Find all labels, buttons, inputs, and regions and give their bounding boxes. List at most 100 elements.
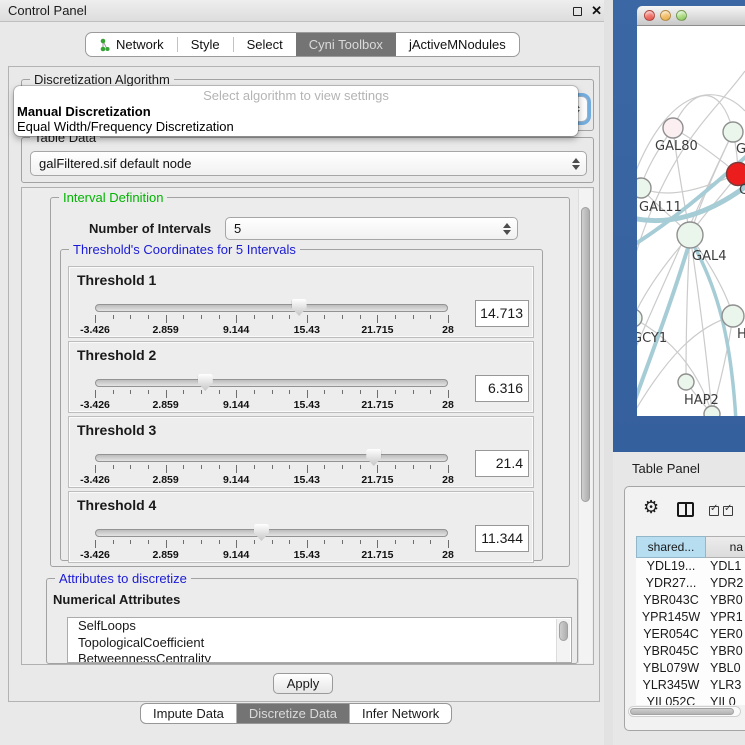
table-row[interactable]: YER054CYER0: [636, 626, 745, 643]
screen: Control Panel ✕ Network Style Select Cyn…: [0, 0, 745, 745]
columns-icon[interactable]: [677, 502, 694, 517]
number-of-intervals-combobox[interactable]: 5: [225, 217, 518, 240]
node-top-right[interactable]: [723, 122, 743, 142]
node-h[interactable]: [722, 305, 744, 327]
list-item[interactable]: SelfLoops: [68, 618, 571, 635]
threshold-4-slider-thumb[interactable]: [254, 524, 269, 541]
threshold-3-value-field[interactable]: 21.4: [475, 450, 529, 477]
table-row[interactable]: YDL19...YDL1: [636, 558, 745, 575]
node-hap2[interactable]: [678, 374, 694, 390]
tab-discretize-data[interactable]: Discretize Data: [236, 704, 349, 723]
number-of-intervals-label: Number of Intervals: [89, 221, 211, 236]
threshold-1-label: Threshold 1: [77, 272, 156, 288]
threshold-2-slider[interactable]: [95, 379, 448, 387]
node-gal80[interactable]: [663, 118, 683, 138]
threshold-2-slider-thumb[interactable]: [198, 374, 213, 391]
threshold-1-slider-thumb[interactable]: [292, 299, 307, 316]
float-window-icon[interactable]: [573, 7, 582, 16]
threshold-1-slider[interactable]: [95, 304, 448, 312]
threshold-4-panel: Threshold 4 -3.4262.8599.14415.4321.7152…: [68, 491, 534, 563]
tab-infer-network[interactable]: Infer Network: [349, 704, 451, 723]
threshold-1-panel: Threshold 1 -3.4262.8599.14415.4321.7152…: [68, 266, 534, 338]
table-row[interactable]: YBR045CYBR0: [636, 643, 745, 660]
tab-jactivemnodules[interactable]: jActiveMNodules: [396, 33, 519, 56]
table-data-group: Table Data galFiltered.sif default node: [21, 137, 594, 183]
panel-splitter[interactable]: [604, 0, 613, 745]
control-panel-tabbar: Network Style Select Cyni Toolbox jActiv…: [85, 32, 520, 57]
node-gcy1[interactable]: [637, 309, 642, 327]
threshold-3-slider-thumb[interactable]: [366, 449, 381, 466]
apply-button[interactable]: Apply: [273, 673, 333, 694]
network-nodes: [637, 118, 745, 416]
tab-impute-data[interactable]: Impute Data: [141, 704, 236, 723]
attributes-group-label: Attributes to discretize: [55, 571, 191, 586]
threshold-2-value-field[interactable]: 6.316: [475, 375, 529, 402]
settings-panel-scrollbar[interactable]: [578, 189, 592, 663]
node-gal11[interactable]: [637, 178, 651, 198]
threshold-3-slider[interactable]: [95, 454, 448, 462]
node-label: H: [737, 327, 745, 342]
table-row[interactable]: YLR345WYLR3: [636, 677, 745, 694]
checkbox-icon[interactable]: [723, 506, 733, 516]
network-canvas[interactable]: GAL80 GA GAL11 C GAL4 GCY1 H HAP2: [637, 26, 745, 416]
threshold-3-panel: Threshold 3 -3.4262.8599.14415.4321.7152…: [68, 416, 534, 488]
node-label: GAL11: [639, 200, 682, 215]
gear-icon[interactable]: ⚙: [643, 499, 659, 517]
column-header-name[interactable]: na: [706, 536, 745, 558]
table-panel-box: ⚙ shared... na YDL19...YDL1 YDR27...YDR2…: [624, 486, 745, 731]
tab-network[interactable]: Network: [86, 33, 177, 56]
list-item[interactable]: BetweennessCentrality: [68, 651, 571, 663]
column-header-shared-name[interactable]: shared...: [636, 536, 706, 558]
checkbox-icon[interactable]: [709, 506, 719, 516]
table-panel-region: Table Panel ⚙ shared... na YDL19...YDL1 …: [613, 452, 745, 745]
algorithm-option-manual[interactable]: Manual Discretization: [14, 104, 578, 119]
table-row[interactable]: YBR043CYBR0: [636, 592, 745, 609]
threshold-4-value-field[interactable]: 11.344: [475, 525, 529, 552]
node-label: C: [739, 183, 745, 198]
algorithm-option-equal-width[interactable]: Equal Width/Frequency Discretization: [14, 119, 578, 134]
attributes-list-scrollbar[interactable]: [556, 619, 570, 663]
threshold-2-ticks: [95, 390, 448, 399]
table-rows: YDL19...YDL1 YDR27...YDR2 YBR043CYBR0 YP…: [636, 558, 745, 705]
numerical-attributes-label: Numerical Attributes: [53, 592, 180, 607]
table-horizontal-scrollbar[interactable]: [628, 706, 741, 717]
threshold-2-label: Threshold 2: [77, 347, 156, 363]
node-label: GA: [736, 142, 745, 157]
close-icon[interactable]: ✕: [591, 6, 602, 16]
zoom-traffic-light-icon[interactable]: [676, 10, 687, 21]
threshold-3-tick-labels: -3.4262.8599.14415.4321.71528: [95, 474, 448, 486]
node-gal4[interactable]: [677, 222, 703, 248]
threshold-2-panel: Threshold 2 -3.4262.8599.14415.4321.7152…: [68, 341, 534, 413]
tab-cyni-toolbox[interactable]: Cyni Toolbox: [296, 33, 396, 56]
threshold-2-tick-labels: -3.4262.8599.14415.4321.71528: [95, 399, 448, 411]
attributes-group: Attributes to discretize Numerical Attri…: [46, 578, 578, 664]
table-row[interactable]: YPR145WYPR1: [636, 609, 745, 626]
control-panel-title: Control Panel: [8, 3, 87, 18]
threshold-4-slider[interactable]: [95, 529, 448, 537]
threshold-4-tick-labels: -3.4262.8599.14415.4321.71528: [95, 549, 448, 561]
threshold-1-ticks: [95, 315, 448, 324]
numerical-attributes-list: SelfLoops TopologicalCoefficient Between…: [67, 617, 572, 663]
tab-select[interactable]: Select: [234, 33, 296, 56]
thresholds-group-label: Threshold's Coordinates for 5 Intervals: [69, 242, 300, 257]
table-data-combobox[interactable]: galFiltered.sif default node: [30, 151, 587, 176]
threshold-1-value-field[interactable]: 14.713: [475, 300, 529, 327]
interval-definition-label: Interval Definition: [59, 190, 167, 205]
network-icon: [99, 38, 111, 52]
minimize-traffic-light-icon[interactable]: [660, 10, 671, 21]
node-label: HAP2: [684, 393, 719, 408]
tab-style[interactable]: Style: [178, 33, 233, 56]
cyni-bottom-tabs: Impute Data Discretize Data Infer Networ…: [140, 703, 452, 724]
network-graph: GAL80 GA GAL11 C GAL4 GCY1 H HAP2: [637, 26, 745, 416]
node-label: GAL4: [692, 249, 726, 264]
settings-scroll-panel: Interval Definition Number of Intervals …: [21, 187, 594, 665]
table-row[interactable]: YDR27...YDR2: [636, 575, 745, 592]
threshold-4-label: Threshold 4: [77, 497, 156, 513]
close-traffic-light-icon[interactable]: [644, 10, 655, 21]
table-row[interactable]: YIL052CYIL0: [636, 694, 745, 705]
thresholds-group: Threshold's Coordinates for 5 Intervals …: [60, 249, 543, 561]
threshold-4-ticks: [95, 540, 448, 549]
table-row[interactable]: YBL079WYBL0: [636, 660, 745, 677]
list-item[interactable]: TopologicalCoefficient: [68, 635, 571, 652]
algorithm-placeholder-option: Select algorithm to view settings: [14, 88, 578, 104]
